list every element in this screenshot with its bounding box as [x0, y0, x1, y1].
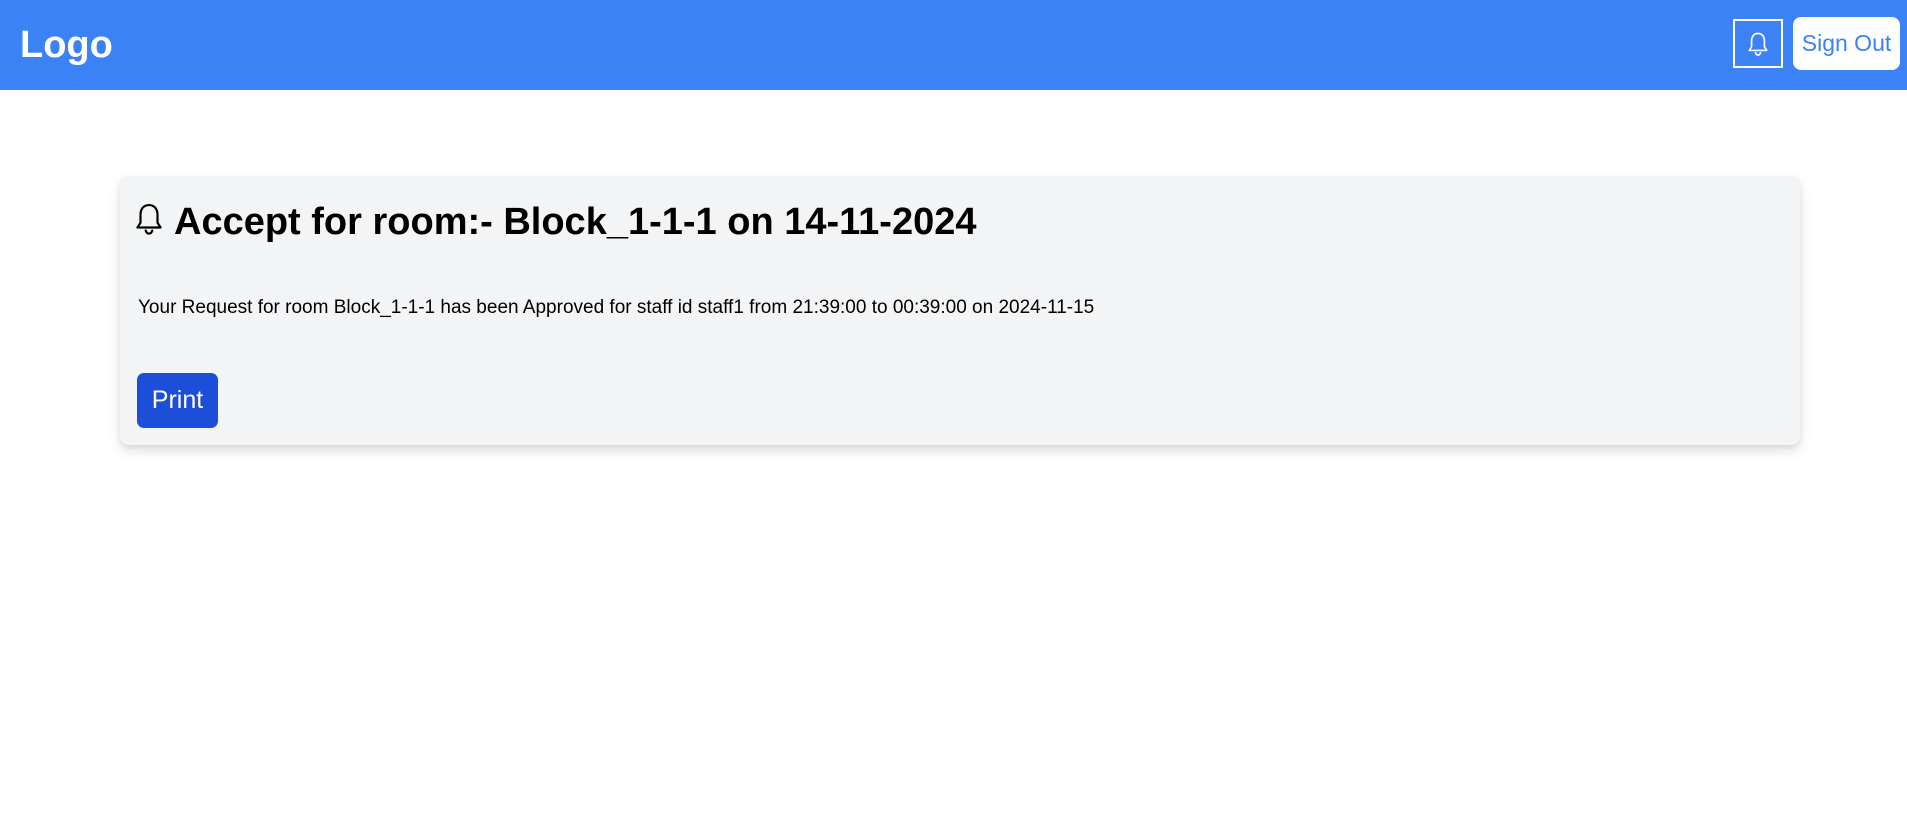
notification-message: Your Request for room Block_1-1-1 has be… [138, 297, 1095, 318]
notification-title: Accept for room:- Block_1-1-1 on 14-11-2… [174, 201, 977, 243]
sign-out-button[interactable]: Sign Out [1793, 17, 1900, 70]
notification-card: Accept for room:- Block_1-1-1 on 14-11-2… [120, 176, 1800, 445]
bell-icon [136, 203, 162, 235]
bell-icon [1748, 32, 1768, 56]
notification-header: Accept for room:- Block_1-1-1 on 14-11-2… [134, 198, 977, 246]
logo[interactable]: Logo [20, 22, 113, 68]
print-button[interactable]: Print [137, 373, 218, 428]
notifications-button[interactable] [1733, 19, 1783, 68]
top-navbar: Logo Sign Out [0, 0, 1907, 90]
